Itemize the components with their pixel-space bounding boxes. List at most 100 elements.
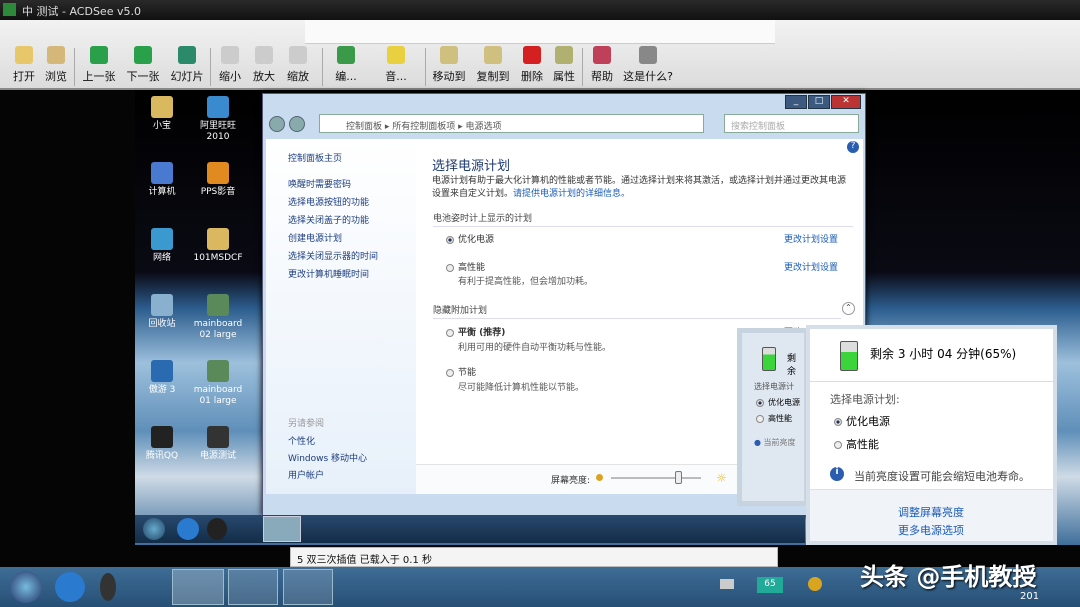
link-cp-home[interactable]: 控制面板主页	[288, 151, 342, 164]
more-power-options-link[interactable]: 更多电源选项	[898, 522, 964, 538]
maxthon-icon[interactable]	[177, 518, 199, 540]
desktop-icon[interactable]: 计算机	[132, 162, 192, 198]
opt-1[interactable]: 优化电源	[756, 397, 800, 408]
brightness-slider[interactable]	[611, 477, 701, 479]
radio[interactable]	[446, 329, 454, 337]
toolbar-button-0[interactable]: 打开	[10, 46, 38, 84]
clock[interactable]: 201	[1020, 591, 1039, 602]
minimize-button[interactable]: _	[785, 95, 807, 109]
plan-saver[interactable]: 节能	[446, 365, 476, 378]
toolbar-button-10[interactable]: 移动到	[430, 46, 468, 84]
toolbar-button-2[interactable]: 上一张	[80, 46, 118, 84]
link-create-plan[interactable]: 创建电源计划	[288, 231, 342, 244]
change-plan-link-1[interactable]: 更改计划设置	[784, 232, 838, 245]
link-wake-password[interactable]: 唤醒时需要密码	[288, 177, 351, 190]
desktop-icon[interactable]: 小宝	[132, 96, 192, 132]
breadcrumb[interactable]: 控制面板 ▸ 所有控制面板项 ▸ 电源选项	[319, 114, 704, 133]
desktop-icon[interactable]: mainboard 02 large	[188, 294, 248, 341]
toolbar-button-15[interactable]: 这是什么?	[620, 46, 676, 84]
link-personalize[interactable]: 个性化	[288, 434, 315, 447]
plan-label: 优化电源	[458, 235, 494, 245]
radio[interactable]	[834, 441, 842, 449]
toolbar-button-9[interactable]: 音...	[380, 46, 412, 84]
help-icon[interactable]: ?	[847, 141, 859, 153]
toolbar-button-1[interactable]: 浏览	[42, 46, 70, 84]
qq-icon[interactable]	[100, 573, 116, 601]
toolbar-button-14[interactable]: 帮助	[588, 46, 616, 84]
radio[interactable]	[756, 415, 764, 423]
desktop-icon[interactable]: 回收站	[132, 294, 192, 330]
toolbar-button-3[interactable]: 下一张	[124, 46, 162, 84]
desktop-icon[interactable]: PPS影音	[188, 162, 248, 198]
opt-high-perf[interactable]: 高性能	[834, 436, 879, 452]
desktop-icon-label: 计算机	[148, 187, 175, 197]
slider-thumb[interactable]	[675, 471, 682, 484]
link-power-button[interactable]: 选择电源按钮的功能	[288, 195, 369, 208]
link-mobility-center[interactable]: Windows 移动中心	[288, 451, 367, 464]
toolbar-button-6[interactable]: 放大	[250, 46, 278, 84]
toolbar-button-7[interactable]: 缩放	[284, 46, 312, 84]
radio-selected[interactable]	[834, 418, 842, 426]
radio[interactable]	[446, 264, 454, 272]
collapse-chevron-icon[interactable]: ⌃	[842, 302, 855, 315]
dim-sun-icon	[596, 474, 603, 481]
description: 电源计划有助于最大化计算机的性能或者节能。通过选择计划来将其激活，或选择计划并通…	[432, 175, 852, 201]
toolbar-button-8[interactable]: 编...	[330, 46, 362, 84]
change-plan-link-2[interactable]: 更改计划设置	[784, 260, 838, 273]
plan-label: 节能	[458, 368, 476, 378]
opt-optimized[interactable]: 优化电源	[834, 413, 890, 429]
toolbar-button-13[interactable]: 属性	[550, 46, 578, 84]
start-button[interactable]	[143, 518, 165, 540]
toolbar-label: 放大	[253, 70, 275, 83]
toolbar-label: 删除	[521, 70, 543, 83]
acdsee-task[interactable]	[283, 569, 333, 605]
qq-icon[interactable]	[207, 518, 227, 540]
details-link[interactable]: 请提供电源计划的详细信息。	[513, 189, 630, 199]
link-lid[interactable]: 选择关闭盖子的功能	[288, 213, 369, 226]
desktop-icon[interactable]: 阿里旺旺 2010	[188, 96, 248, 143]
plan-desc: 利用可用的硬件自动平衡功耗与性能。	[458, 340, 611, 353]
maxthon-icon[interactable]	[55, 572, 85, 602]
toolbar-button-12[interactable]: 删除	[518, 46, 546, 84]
plan-balanced[interactable]: 平衡 (推荐)	[446, 325, 505, 338]
plan-balanced-opt[interactable]: 优化电源	[446, 232, 494, 245]
desktop-icon[interactable]: 电源测试	[188, 426, 248, 462]
start-button[interactable]	[10, 571, 42, 603]
toolbar-button-5[interactable]: 缩小	[216, 46, 244, 84]
desktop-icon[interactable]: mainboard 01 large	[188, 360, 248, 407]
toolbar-icon	[134, 46, 152, 64]
maximize-button[interactable]: □	[808, 95, 830, 109]
info-row: ● 当前亮度	[754, 437, 796, 448]
control-panel-task[interactable]	[263, 516, 301, 542]
explorer-task[interactable]	[172, 569, 224, 605]
forward-icon[interactable]	[289, 116, 305, 132]
radio-selected[interactable]	[756, 399, 764, 407]
battery-popup: 剩余 3 小时 04 分钟(65%) 选择电源计划: 优化电源 高性能 i 当前…	[806, 325, 1057, 545]
desktop-icon[interactable]: 傲游 3	[132, 360, 192, 396]
toolbar-icon	[639, 46, 657, 64]
keyboard-icon[interactable]	[720, 579, 734, 589]
search-input[interactable]: 搜索控制面板	[724, 114, 859, 133]
desktop-icon-label: 腾讯QQ	[146, 451, 178, 461]
link-display-off[interactable]: 选择关闭显示器的时间	[288, 249, 378, 262]
adjust-brightness-link[interactable]: 调整屏幕亮度	[898, 504, 964, 520]
link-sleep[interactable]: 更改计算机睡眠时间	[288, 267, 369, 280]
plan-high-perf[interactable]: 高性能	[446, 260, 485, 273]
battery-tray-icon[interactable]: 65	[757, 577, 783, 593]
tray-icon[interactable]	[808, 577, 822, 591]
link-user-accounts[interactable]: 用户帐户	[288, 468, 324, 481]
desktop-icon[interactable]: 腾讯QQ	[132, 426, 192, 462]
toolbar-button-4[interactable]: 幻灯片	[168, 46, 206, 84]
desktop-icon-label: PPS影音	[201, 187, 236, 197]
close-button[interactable]: ✕	[831, 95, 861, 109]
desktop-icon[interactable]: 101MSDCF	[188, 228, 248, 264]
desktop-icon[interactable]: 网络	[132, 228, 192, 264]
radio[interactable]	[446, 369, 454, 377]
toolbar-icon	[90, 46, 108, 64]
opt-2[interactable]: 高性能	[756, 413, 792, 424]
desktop-icon-image	[151, 426, 173, 448]
task-button[interactable]	[228, 569, 278, 605]
back-icon[interactable]	[269, 116, 285, 132]
radio-selected[interactable]	[446, 236, 454, 244]
toolbar-button-11[interactable]: 复制到	[474, 46, 512, 84]
